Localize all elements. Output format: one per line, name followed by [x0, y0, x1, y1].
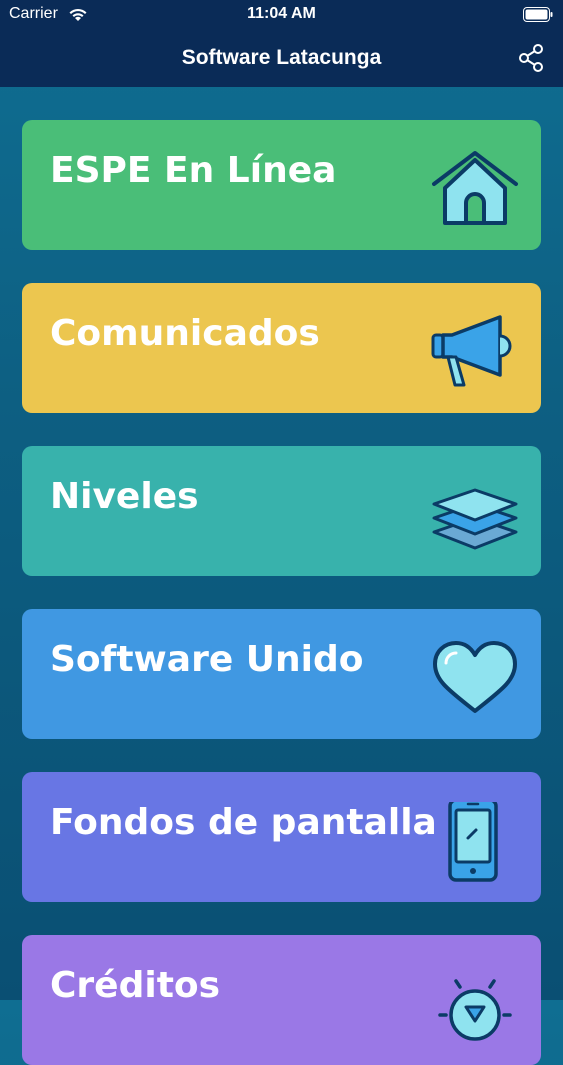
menu-item-label: ESPE En Línea	[50, 150, 337, 191]
menu-item-label: Comunicados	[50, 313, 320, 354]
status-bar: Carrier 11:04 AM	[0, 0, 563, 30]
lightbulb-icon	[438, 979, 512, 1041]
menu-item-creditos[interactable]: Créditos	[22, 935, 541, 1065]
layers-icon	[432, 488, 518, 550]
menu-item-software-unido[interactable]: Software Unido	[22, 609, 541, 739]
page-title: Software Latacunga	[181, 46, 382, 69]
menu-item-label: Fondos de pantalla	[50, 802, 437, 843]
menu-item-niveles[interactable]: Niveles	[22, 446, 541, 576]
phone-icon	[448, 802, 498, 882]
battery-icon	[523, 7, 553, 22]
menu-item-label: Niveles	[50, 476, 199, 517]
menu-item-espe-en-linea[interactable]: ESPE En Línea	[22, 120, 541, 250]
menu-item-fondos-de-pantalla[interactable]: Fondos de pantalla	[22, 772, 541, 902]
house-icon	[432, 151, 518, 225]
share-icon[interactable]	[516, 42, 546, 74]
navigation-bar: Software Latacunga	[0, 30, 563, 87]
menu-item-comunicados[interactable]: Comunicados	[22, 283, 541, 413]
heart-icon	[433, 641, 517, 713]
clock: 11:04 AM	[247, 5, 316, 22]
megaphone-icon	[431, 315, 512, 387]
menu-item-label: Software Unido	[50, 639, 364, 680]
